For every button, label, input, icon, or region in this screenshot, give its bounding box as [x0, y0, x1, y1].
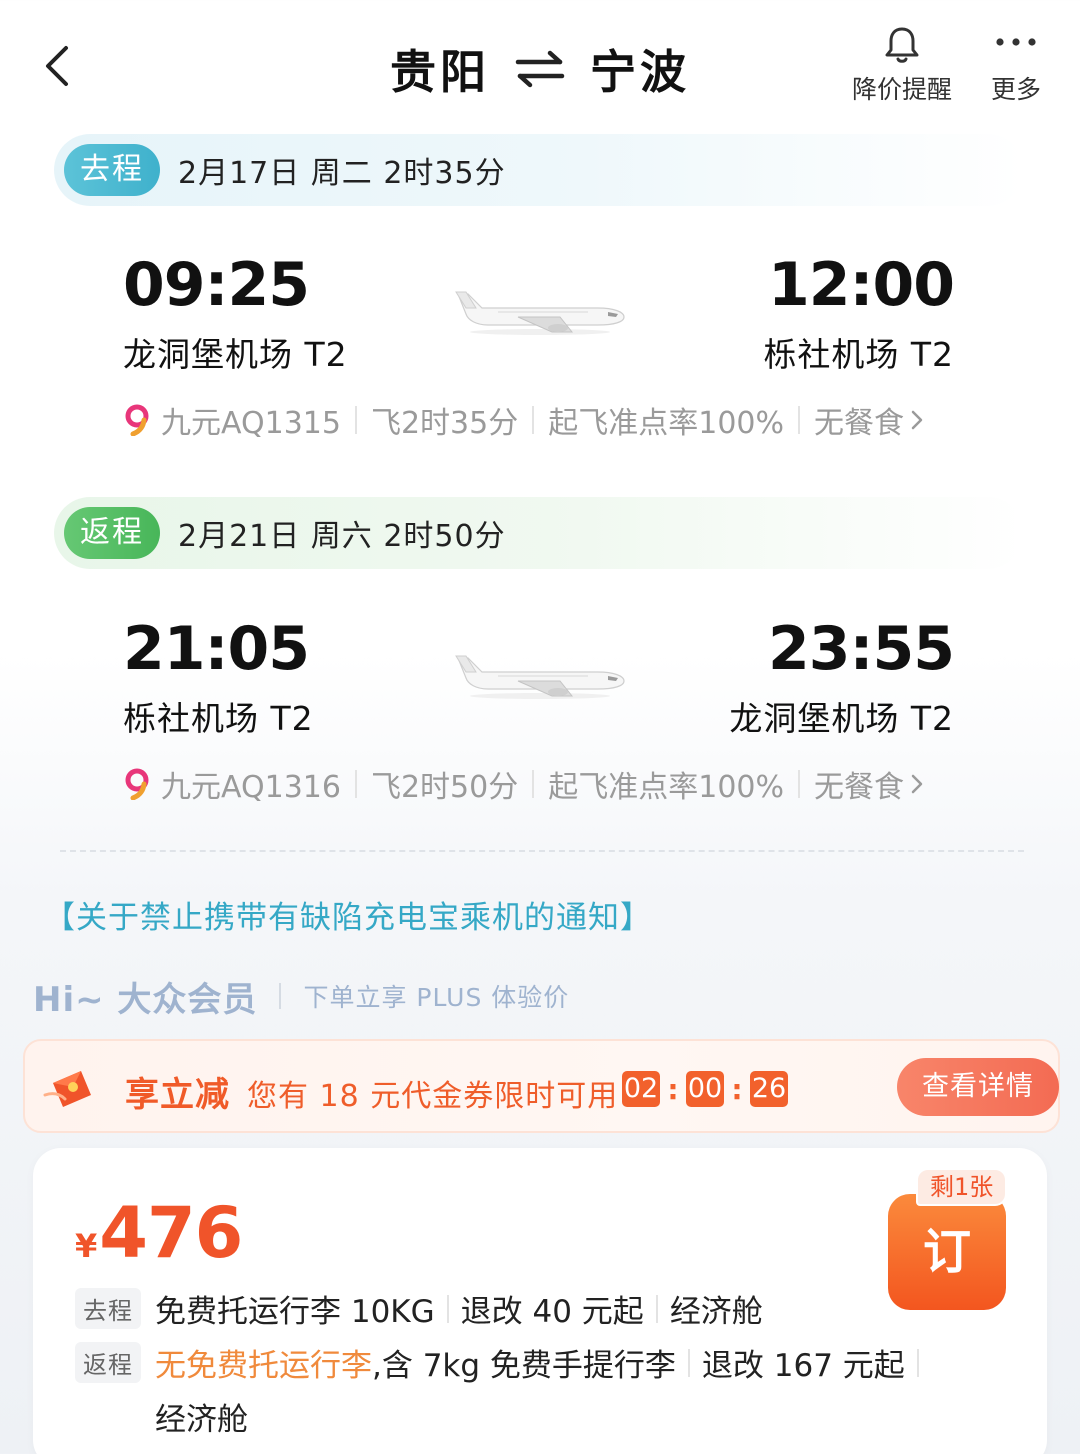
cabin-class: 经济舱 [155, 1402, 248, 1438]
bell-icon [885, 27, 919, 63]
timer-hours: 02 [622, 1071, 660, 1107]
return-banner: 返程 2月21日 周六 2时50分 [54, 497, 1024, 569]
arrival-airport: 栎社机场 T2 [763, 335, 954, 374]
airplane-icon [455, 291, 625, 335]
book-button[interactable]: 订 [888, 1194, 1006, 1310]
no-baggage-warning: 无免费托运行李 [155, 1348, 372, 1384]
coupon-envelope-icon [43, 1071, 91, 1107]
divider [354, 770, 357, 798]
seats-left-badge: 剩1张 [916, 1168, 1008, 1206]
swap-arrows-icon[interactable] [514, 49, 566, 89]
timer-colon: : [667, 1072, 679, 1106]
countdown-timer: 02 : 00 : 26 [622, 1071, 788, 1107]
outbound-summary: 2月17日 周二 2时35分 [178, 156, 506, 191]
departure-time: 21:05 [123, 614, 310, 684]
coupon-description: 您有 18 元代金券限时可用 [247, 1079, 619, 1114]
flight-duration: 飞2时50分 [370, 770, 519, 805]
chevron-right-icon [911, 410, 923, 430]
timer-minutes: 00 [686, 1071, 724, 1107]
departure-time: 09:25 [123, 250, 310, 320]
airline-logo-icon [125, 404, 149, 436]
divider [446, 1294, 449, 1323]
top-nav-bar: 贵阳 宁波 降价提醒 更多 [0, 0, 1080, 120]
fare-card: ¥476 订 剩1张 去程 免费托运行李 10KG 退改 40 元起 经济舱 返… [33, 1148, 1047, 1454]
origin-city: 贵阳 [390, 45, 490, 99]
price-alert-button[interactable]: 降价提醒 [846, 24, 958, 106]
divider [798, 406, 801, 434]
fare-price: ¥476 [75, 1192, 243, 1274]
member-greeting: Hi~ 大众会员 [33, 979, 258, 1020]
outbound-flight[interactable]: 09:25 12:00 龙洞堡机场 T2 栎社机场 T2 九元AQ1315 飞2… [0, 250, 1080, 490]
outbound-fare-rules[interactable]: 去程 免费托运行李 10KG 退改 40 元起 经济舱 [75, 1286, 763, 1331]
powerbank-notice-link[interactable]: 【关于禁止携带有缺陷充电宝乘机的通知】 [44, 892, 652, 937]
price-alert-label: 降价提醒 [851, 75, 952, 104]
on-time-rate: 起飞准点率100% [548, 406, 785, 441]
more-label: 更多 [990, 75, 1041, 104]
airplane-icon [455, 655, 625, 699]
outbound-banner: 去程 2月17日 周二 2时35分 [54, 134, 1024, 206]
divider [532, 770, 535, 798]
flight-meta-row[interactable]: 九元AQ1316 飞2时50分 起飞准点率100% 无餐食 [123, 762, 954, 806]
airline-logo-icon [125, 768, 149, 800]
return-fare-rules[interactable]: 返程 无免费托运行李 ,含 7kg 免费手提行李 退改 167 元起 [75, 1340, 931, 1385]
return-flight[interactable]: 21:05 23:55 栎社机场 T2 龙洞堡机场 T2 九元AQ1316 飞2… [0, 614, 1080, 854]
return-rule-tag: 返程 [75, 1342, 141, 1383]
divider [354, 406, 357, 434]
on-time-rate: 起飞准点率100% [548, 770, 785, 805]
return-summary: 2月21日 周六 2时50分 [178, 519, 506, 554]
baggage-allowance: 免费托运行李 10KG [155, 1294, 435, 1330]
currency-symbol: ¥ [75, 1227, 98, 1265]
timer-colon: : [731, 1072, 743, 1106]
divider [916, 1348, 919, 1377]
arrival-time: 12:00 [768, 250, 955, 320]
divider [655, 1294, 658, 1323]
more-button[interactable]: 更多 [984, 24, 1048, 106]
flight-number: 九元AQ1316 [161, 770, 341, 805]
more-dots-icon [996, 38, 1036, 46]
plus-promo-text: 下单立享 PLUS 体验价 [303, 983, 570, 1012]
view-details-button[interactable]: 查看详情 [897, 1058, 1059, 1116]
cabin-class: 经济舱 [669, 1294, 763, 1330]
arrival-time: 23:55 [768, 614, 955, 684]
chevron-right-icon [911, 774, 923, 794]
meal-info: 无餐食 [814, 770, 905, 805]
carry-on-allowance: ,含 7kg 免费手提行李 [372, 1348, 676, 1384]
outbound-rule-tag: 去程 [75, 1288, 141, 1329]
meal-info: 无餐食 [814, 406, 905, 441]
coupon-bar[interactable]: 享立减 您有 18 元代金券限时可用 02 : 00 : 26 查看详情 [23, 1039, 1060, 1133]
divider [532, 406, 535, 434]
timer-seconds: 26 [750, 1071, 788, 1107]
return-tag: 返程 [64, 507, 160, 559]
divider [798, 770, 801, 798]
change-fee: 退改 167 元起 [701, 1348, 905, 1384]
arrival-airport: 龙洞堡机场 T2 [729, 699, 954, 738]
divider [279, 983, 282, 1009]
flight-duration: 飞2时35分 [370, 406, 519, 441]
change-fee: 退改 40 元起 [460, 1294, 644, 1330]
departure-airport: 龙洞堡机场 T2 [123, 335, 348, 374]
departure-airport: 栎社机场 T2 [123, 699, 314, 738]
member-row: Hi~ 大众会员 下单立享 PLUS 体验价 [33, 972, 569, 1020]
price-amount: 476 [99, 1192, 243, 1274]
coupon-title: 享立减 [125, 1075, 230, 1115]
divider [687, 1348, 690, 1377]
dashed-divider [60, 850, 1024, 852]
destination-city: 宁波 [590, 45, 690, 99]
flight-number: 九元AQ1315 [161, 406, 341, 441]
flight-meta-row[interactable]: 九元AQ1315 飞2时35分 起飞准点率100% 无餐食 [123, 398, 954, 442]
outbound-tag: 去程 [64, 144, 160, 196]
